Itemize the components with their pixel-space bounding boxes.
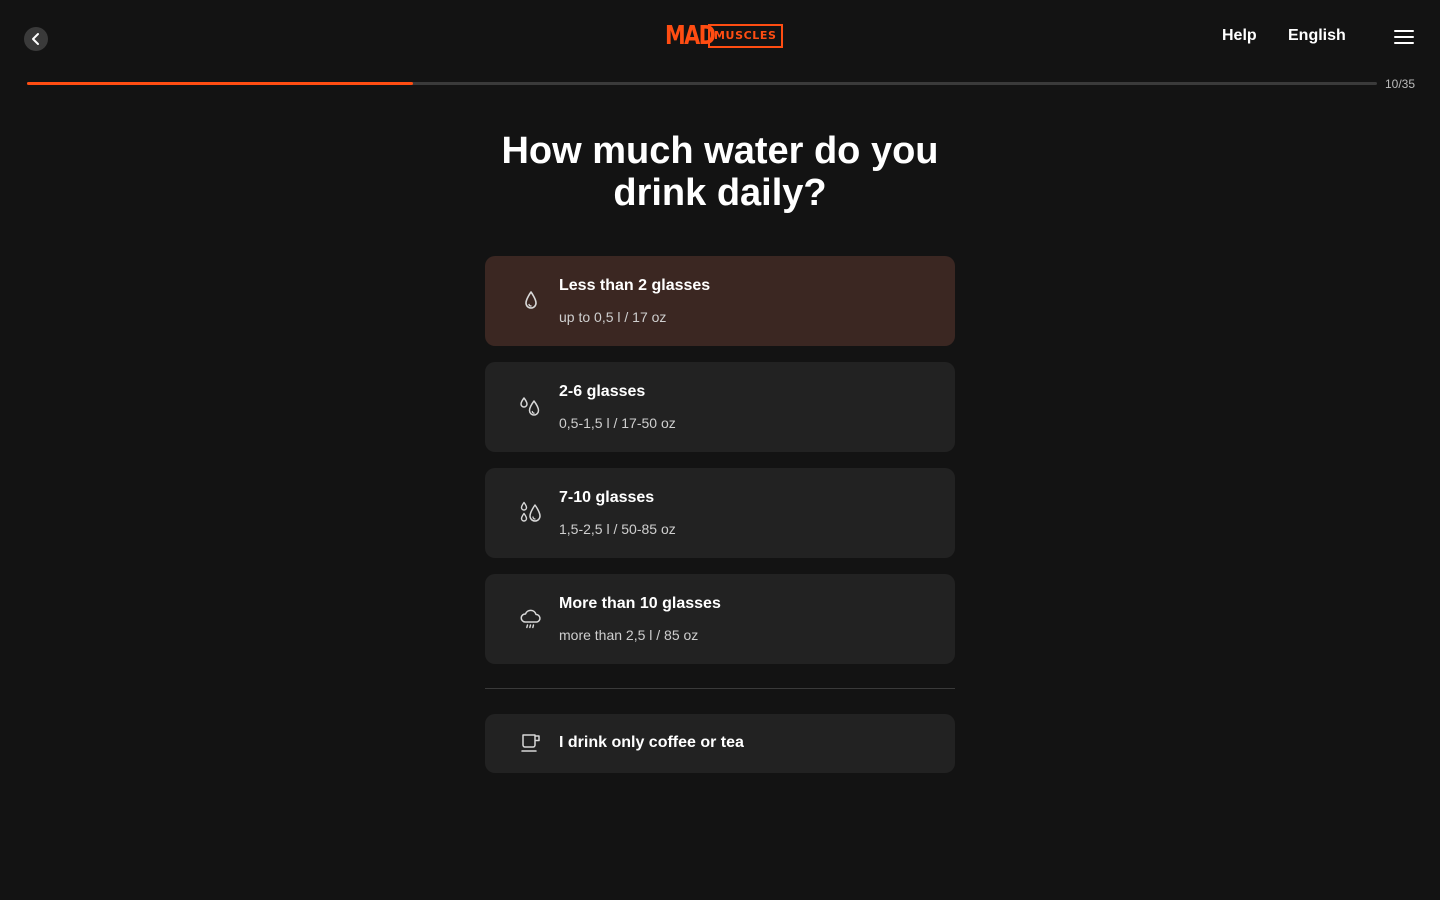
brand-logo: MAD MUSCLES: [665, 22, 783, 50]
logo-muscles-text: MUSCLES: [708, 24, 783, 48]
option-subtitle: 0,5-1,5 l / 17-50 oz: [559, 415, 676, 431]
option-subtitle: up to 0,5 l / 17 oz: [559, 309, 667, 325]
option-less-than-2-glasses[interactable]: Less than 2 glasses up to 0,5 l / 17 oz: [485, 256, 955, 346]
progress-bar-fill: [27, 82, 413, 85]
question-title: How much water do you drink daily?: [501, 130, 939, 214]
three-drops-icon: [520, 501, 541, 522]
logo-mad-text: MAD: [665, 21, 716, 51]
option-title: 7-10 glasses: [559, 489, 655, 506]
back-button[interactable]: [24, 27, 48, 51]
help-link[interactable]: Help: [1222, 27, 1257, 45]
header: MAD MUSCLES Help English: [0, 0, 1440, 72]
option-title: 2-6 glasses: [559, 383, 646, 400]
option-title: I drink only coffee or tea: [559, 734, 744, 751]
option-coffee-or-tea[interactable]: I drink only coffee or tea: [485, 714, 955, 773]
water-drop-icon: [525, 291, 537, 309]
option-7-10-glasses[interactable]: 7-10 glasses 1,5-2,5 l / 50-85 oz: [485, 468, 955, 558]
option-subtitle: 1,5-2,5 l / 50-85 oz: [559, 521, 676, 537]
progress-bar: [27, 82, 1377, 85]
rain-cloud-icon: [520, 609, 541, 629]
progress-counter: 10/35: [1385, 77, 1416, 91]
coffee-cup-icon: [521, 734, 540, 752]
hamburger-menu-icon[interactable]: [1392, 27, 1416, 45]
option-more-than-10-glasses[interactable]: More than 10 glasses more than 2,5 l / 8…: [485, 574, 955, 664]
language-selector[interactable]: English: [1288, 27, 1346, 45]
option-title: Less than 2 glasses: [559, 277, 711, 294]
two-drops-icon: [520, 397, 540, 416]
option-2-6-glasses[interactable]: 2-6 glasses 0,5-1,5 l / 17-50 oz: [485, 362, 955, 452]
option-title: More than 10 glasses: [559, 595, 721, 612]
option-subtitle: more than 2,5 l / 85 oz: [559, 627, 699, 643]
options-divider: [485, 688, 955, 689]
chevron-left-icon: [32, 33, 39, 45]
